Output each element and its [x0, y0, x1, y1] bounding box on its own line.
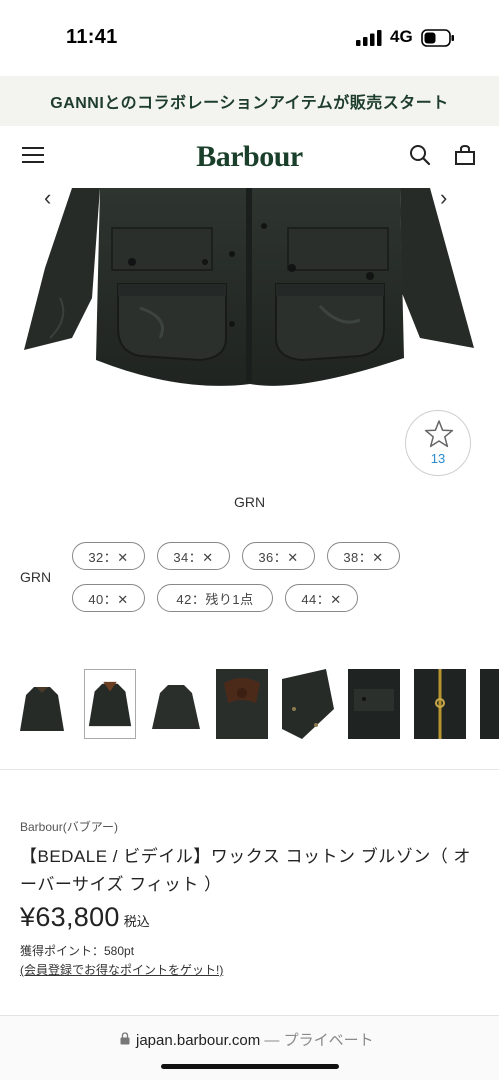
thumbnail-strip[interactable] — [0, 665, 499, 745]
size-chip-40[interactable]: 40：✕ — [72, 584, 145, 612]
gallery-prev-arrow[interactable]: ‹ — [44, 188, 64, 210]
thumbnail-image[interactable] — [414, 669, 466, 739]
address-text[interactable]: japan.barbour.com — プライベート — [136, 1029, 374, 1050]
product-brand[interactable]: Barbour(バブアー) — [20, 818, 118, 835]
browser-address-bar[interactable]: japan.barbour.com — プライベート — [0, 1016, 499, 1080]
thumbnail-image[interactable] — [216, 669, 268, 739]
color-name: GRN — [233, 494, 266, 510]
thumbnail-image[interactable] — [282, 669, 334, 739]
tax-label: 税込 — [123, 914, 150, 929]
favorite-count: 13 — [430, 451, 446, 466]
brand-logo[interactable]: Barbour — [0, 140, 499, 174]
product-title: 【BEDALE / ビデイル】ワックス コットン ブルゾン（ オーバーサイズ フ… — [20, 847, 471, 894]
address-separator: — — [260, 1032, 284, 1049]
product-price: ¥63,800 — [20, 902, 120, 932]
signal-icon — [356, 30, 382, 46]
lock-icon — [120, 1032, 130, 1045]
thumbnail-image[interactable] — [348, 669, 400, 739]
promo-banner[interactable]: GANNIとのコラボレーションアイテムが販売スタート — [0, 76, 499, 126]
size-chip-32[interactable]: 32：✕ — [72, 542, 145, 570]
status-time: 11:41 — [66, 26, 118, 48]
size-chip-42[interactable]: 42：残り1点 — [157, 584, 273, 612]
size-color-label: GRN — [20, 569, 52, 585]
thumbnail-image[interactable] — [150, 669, 202, 739]
section-divider — [0, 769, 499, 770]
network-type: 4G — [390, 27, 413, 46]
battery-icon — [421, 29, 454, 47]
price-row: ¥63,800 税込 — [20, 902, 150, 933]
star-icon — [424, 420, 454, 448]
status-bar: 11:41 4G — [0, 0, 499, 76]
size-chip-38[interactable]: 38：✕ — [327, 542, 400, 570]
points-text: 獲得ポイント：580pt — [20, 944, 135, 958]
size-chip-36[interactable]: 36：✕ — [242, 542, 315, 570]
thumbnail-image[interactable] — [480, 669, 499, 739]
address-domain[interactable]: japan.barbour.com — [136, 1032, 260, 1049]
promo-text[interactable]: GANNIとのコラボレーションアイテムが販売スタート — [50, 89, 448, 113]
size-chip-44[interactable]: 44：✕ — [285, 584, 358, 612]
thumbnail-image[interactable] — [16, 669, 68, 739]
private-mode-label: プライベート — [283, 1032, 374, 1049]
gallery-next-arrow[interactable]: › — [440, 188, 460, 210]
member-points-link[interactable]: (会員登録でお得なポイントをゲット!) — [20, 961, 223, 978]
size-chip-34[interactable]: 34：✕ — [157, 542, 230, 570]
home-indicator[interactable] — [161, 1064, 339, 1069]
favorite-button[interactable]: 13 — [405, 410, 471, 476]
thumbnail-image-selected[interactable] — [84, 669, 136, 739]
